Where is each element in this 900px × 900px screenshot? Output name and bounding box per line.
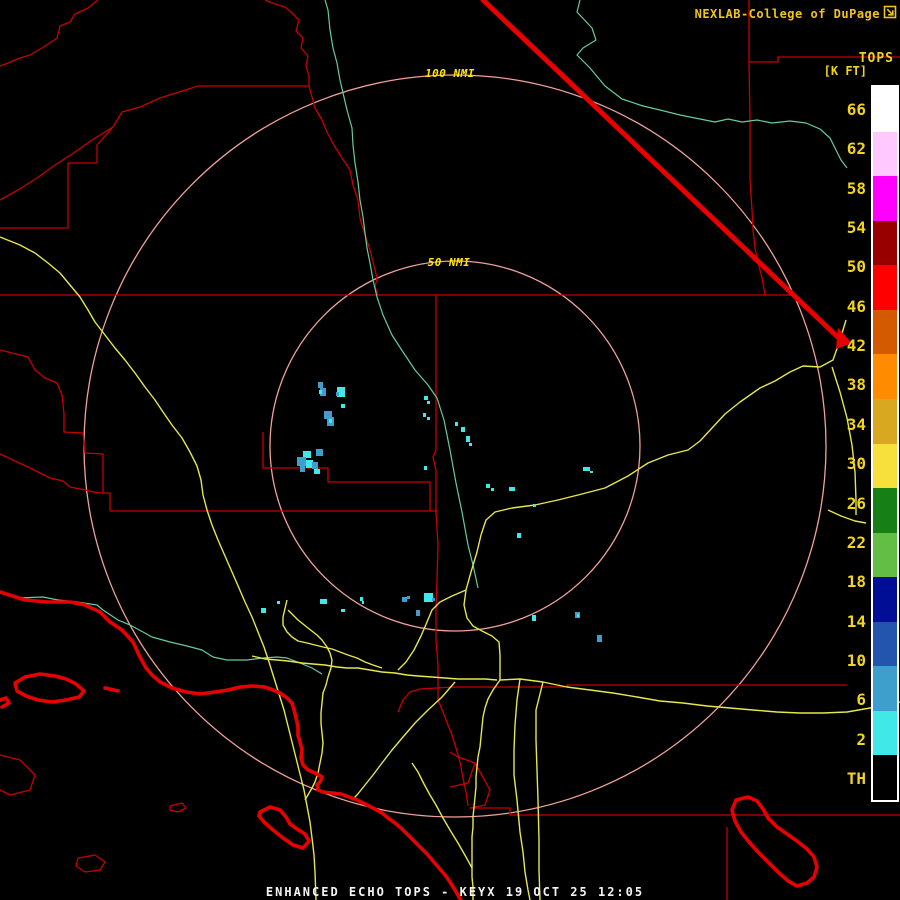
echo-cell [319, 390, 322, 394]
echo-cell [297, 457, 306, 466]
colorbar-segment [873, 443, 897, 489]
echo-cell [590, 471, 593, 473]
colorbar [871, 85, 899, 802]
echo-cell [318, 382, 323, 388]
external-link-icon [883, 4, 897, 23]
roads [0, 236, 900, 900]
brand: NEXLAB-College of DuPage [695, 4, 897, 23]
echo-cell [341, 609, 345, 612]
echo-cell [466, 436, 470, 442]
echo-cell [303, 451, 311, 458]
echo-cell [533, 504, 536, 507]
colorbar-segment [873, 265, 897, 310]
echo-cell [597, 635, 602, 642]
colorbar-segment [873, 755, 897, 800]
echo-cell [336, 392, 339, 396]
echo-cell [320, 599, 327, 604]
colorbar-segment [873, 176, 897, 221]
coastline [0, 590, 819, 900]
brand-text: NEXLAB-College of DuPage [694, 6, 880, 21]
base-map [0, 0, 900, 900]
range-ring-label-100nmi: 100 NMI [425, 67, 475, 80]
echo-cell [300, 466, 305, 472]
echo-cell [407, 596, 410, 599]
echo-cell [362, 601, 364, 604]
colorbar-segment [873, 220, 897, 266]
highlight-line [480, 0, 852, 349]
echo-cell [455, 422, 458, 426]
echo-cell [423, 413, 426, 417]
colorbar-segment [873, 309, 897, 355]
colorbar-segment [873, 710, 897, 756]
product-caption: ENHANCED ECHO TOPS - KEYX 19 OCT 25 12:0… [265, 885, 645, 899]
echo-cell [316, 449, 323, 456]
echo-cell [517, 533, 521, 538]
echo-cell [491, 488, 494, 491]
colorbar-units: [K FT] [823, 64, 867, 78]
echo-cell [261, 608, 266, 613]
echo-cell [532, 615, 536, 621]
echo-cell [509, 487, 515, 491]
range-ring-label-50nmi: 50 NMI [427, 256, 471, 269]
radar-display: 100 NMI 50 NMI NEXLAB-College of DuPage … [0, 0, 900, 900]
echo-cell [461, 427, 465, 432]
echo-cell [277, 601, 280, 604]
colorbar-segment [873, 621, 897, 667]
colorbar-segment [873, 87, 897, 132]
echo-cell [402, 597, 407, 602]
echo-cell [329, 419, 332, 423]
echo-cell [424, 593, 433, 602]
colorbar-segment [873, 532, 897, 578]
echo-cell [577, 614, 579, 617]
echo-cell [314, 469, 320, 474]
echo-cell [583, 467, 590, 471]
echo-cell [424, 396, 428, 400]
echo-cell [312, 462, 318, 469]
echo-cell [469, 443, 472, 446]
colorbar-segment [873, 488, 897, 533]
echo-layer [261, 382, 602, 642]
range-rings [83, 74, 827, 818]
colorbar-segment [873, 577, 897, 622]
echo-cell [424, 466, 427, 470]
echo-cell [432, 598, 435, 601]
echo-cell [306, 460, 313, 468]
echo-cell [486, 484, 490, 488]
rivers [0, 0, 848, 675]
echo-cell [360, 597, 363, 601]
colorbar-segment [873, 666, 897, 711]
colorbar-segment [873, 354, 897, 399]
colorbar-segment [873, 131, 897, 177]
colorbar-segment [873, 398, 897, 444]
echo-cell [416, 610, 420, 616]
echo-cell [427, 401, 430, 404]
echo-cell [341, 404, 345, 408]
echo-cell [427, 417, 430, 420]
